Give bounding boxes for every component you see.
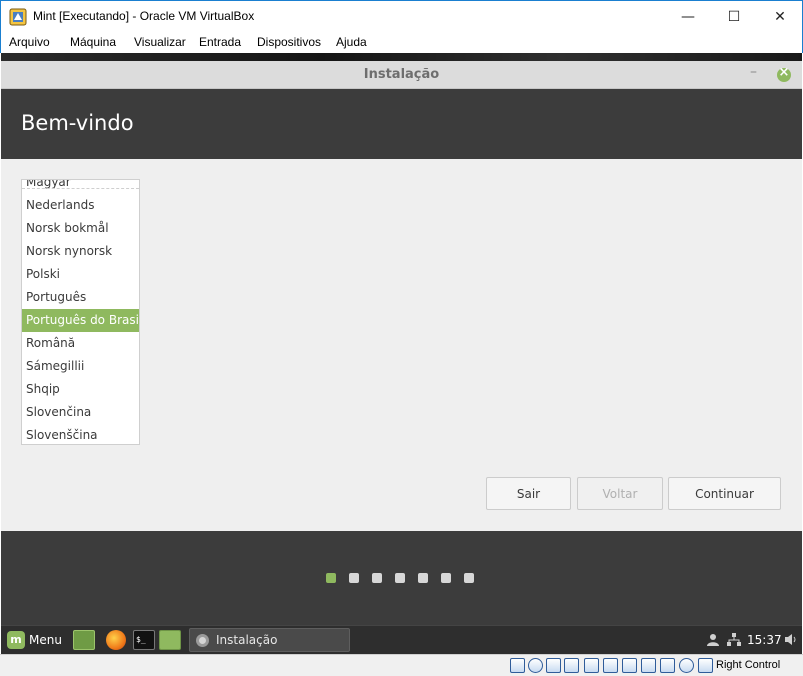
menu-dispositivos[interactable]: Dispositivos: [257, 35, 321, 49]
installer-title: Instalação: [363, 67, 440, 82]
language-item[interactable]: Română: [22, 332, 139, 355]
language-item[interactable]: Português: [22, 286, 139, 309]
menu-arquivo[interactable]: Arquivo: [9, 35, 50, 49]
cpu-icon[interactable]: [660, 658, 675, 673]
page-title: Bem-vindo: [21, 111, 134, 135]
installer-header: Bem-vindo: [1, 89, 802, 159]
continue-button[interactable]: Continuar: [668, 477, 781, 510]
progress-dot-active: [326, 573, 336, 583]
quit-button[interactable]: Sair: [486, 477, 571, 510]
user-icon[interactable]: [707, 633, 719, 646]
start-menu-button[interactable]: Menu: [29, 633, 62, 647]
clock[interactable]: 15:37: [747, 633, 782, 647]
desktop-background: [1, 53, 802, 61]
host-key-label: Right Control: [716, 659, 781, 671]
guest-display[interactable]: Instalação – Bem-vindo Magyar Nederlands…: [1, 53, 802, 654]
language-item[interactable]: Shqip: [22, 378, 139, 401]
menu-maquina[interactable]: Máquina: [70, 35, 116, 49]
progress-dot: [418, 573, 428, 583]
progress-dot: [395, 573, 405, 583]
show-desktop-icon[interactable]: [73, 630, 95, 650]
video-capture-icon[interactable]: [641, 658, 656, 673]
list-scroll-edge: [22, 188, 139, 189]
progress-dot: [464, 573, 474, 583]
language-item[interactable]: Norsk bokmål: [22, 217, 139, 240]
installer-body: Magyar Nederlands Norsk bokmål Norsk nyn…: [1, 159, 802, 531]
virtualbox-statusbar: Right Control: [0, 654, 803, 676]
close-icon: ✕: [774, 9, 786, 25]
optical-drive-icon[interactable]: [528, 658, 543, 673]
language-item[interactable]: Slovenščina: [22, 424, 139, 444]
maximize-icon: ☐: [727, 9, 741, 25]
language-item[interactable]: Magyar: [22, 180, 139, 194]
installer-close-button[interactable]: [777, 65, 791, 82]
guest-taskbar: m Menu $_ Instalação 15:37: [1, 625, 802, 654]
audio-icon[interactable]: [546, 658, 561, 673]
menu-entrada[interactable]: Entrada: [199, 35, 241, 49]
minimize-button[interactable]: —: [665, 1, 711, 33]
terminal-icon[interactable]: $_: [133, 630, 155, 650]
back-button[interactable]: Voltar: [577, 477, 663, 510]
hard-disk-icon[interactable]: [510, 658, 525, 673]
taskbar-window-label: Instalação: [216, 633, 278, 647]
installer-footer: [1, 531, 802, 625]
language-list[interactable]: Magyar Nederlands Norsk bokmål Norsk nyn…: [21, 179, 140, 445]
virtualbox-titlebar: Mint [Executando] - Oracle VM VirtualBox…: [0, 0, 803, 32]
language-item[interactable]: Nederlands: [22, 194, 139, 217]
language-item-selected[interactable]: Português do Brasil: [22, 309, 139, 332]
menu-ajuda[interactable]: Ajuda: [336, 35, 367, 49]
shared-folders-icon[interactable]: [603, 658, 618, 673]
firefox-icon[interactable]: [106, 630, 126, 650]
progress-dot: [349, 573, 359, 583]
files-folder-icon[interactable]: [159, 630, 181, 650]
usb-icon[interactable]: [584, 658, 599, 673]
language-item[interactable]: Norsk nynorsk: [22, 240, 139, 263]
network-adapter-icon[interactable]: [564, 658, 579, 673]
progress-dot: [372, 573, 382, 583]
language-item[interactable]: Sámegillii: [22, 355, 139, 378]
volume-icon[interactable]: [785, 633, 797, 646]
keyboard-capture-icon[interactable]: [698, 658, 713, 673]
virtualbox-app-icon: [9, 8, 27, 26]
menubar: Arquivo Máquina Visualizar Entrada Dispo…: [0, 32, 803, 53]
window-title: Mint [Executando] - Oracle VM VirtualBox: [33, 9, 255, 23]
mouse-integration-icon[interactable]: [679, 658, 694, 673]
close-button[interactable]: ✕: [757, 1, 803, 33]
maximize-button[interactable]: ☐: [711, 1, 757, 33]
progress-dot: [441, 573, 451, 583]
display-icon[interactable]: [622, 658, 637, 673]
installer-titlebar: Instalação –: [1, 61, 802, 89]
mint-logo-icon[interactable]: m: [7, 631, 25, 649]
language-item[interactable]: Slovenčina: [22, 401, 139, 424]
minimize-icon: —: [681, 9, 695, 25]
taskbar-window-instalacao[interactable]: Instalação: [189, 628, 350, 652]
disc-icon: [196, 634, 209, 647]
language-item[interactable]: Polski: [22, 263, 139, 286]
installer-minimize-button[interactable]: –: [750, 64, 757, 80]
menu-visualizar[interactable]: Visualizar: [134, 35, 186, 49]
network-icon[interactable]: [727, 633, 741, 646]
